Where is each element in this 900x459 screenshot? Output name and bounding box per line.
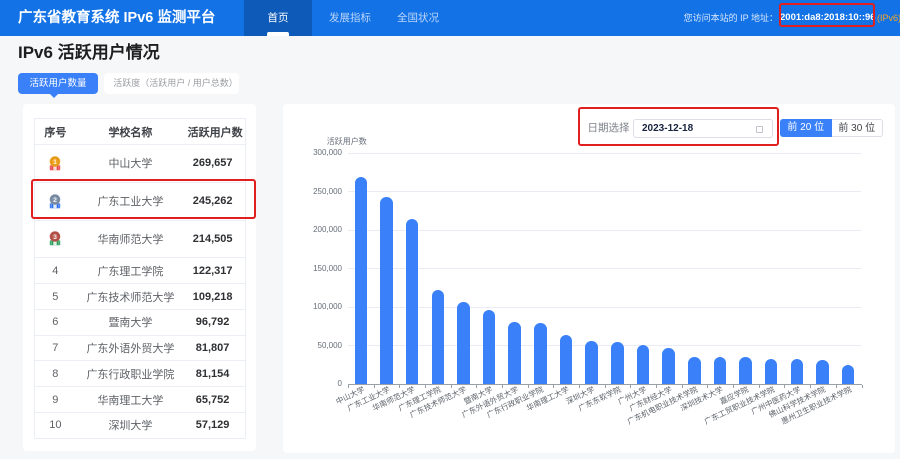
- svg-text:1: 1: [53, 159, 57, 166]
- svg-text:3: 3: [53, 234, 57, 241]
